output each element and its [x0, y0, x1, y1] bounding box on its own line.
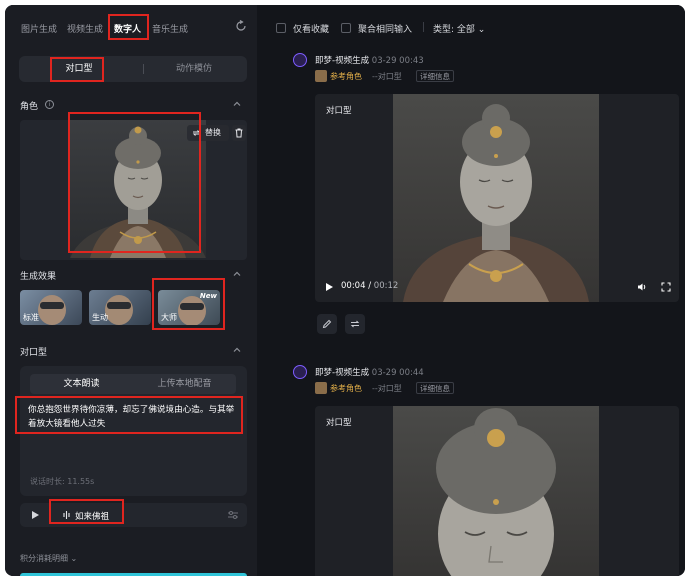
generation-type: --对口型: [372, 384, 402, 393]
results-panel: 仅看收藏 聚合相同输入 类型: 全部 ⌄ 即梦-视频生成 03-29 00:43…: [263, 5, 685, 576]
merge-label[interactable]: 聚合相同输入: [358, 22, 412, 35]
regenerate-button[interactable]: [345, 314, 365, 334]
highlight-box: [68, 112, 201, 253]
highlight-box: [50, 57, 104, 82]
edit-button[interactable]: [317, 314, 337, 334]
effect-label: 标准: [23, 313, 39, 322]
video-frame: [393, 406, 599, 576]
chevron-up-icon[interactable]: [233, 270, 241, 278]
chevron-up-icon[interactable]: [233, 346, 241, 354]
tab-text-reading[interactable]: 文本朗读: [30, 374, 133, 394]
card-title: 即梦-视频生成 03-29 00:43: [315, 56, 424, 66]
card-time: 03-29 00:44: [371, 368, 424, 378]
video-type-tag: 对口型: [326, 106, 352, 116]
video-player[interactable]: 对口型: [315, 406, 679, 576]
tab-divider: [143, 64, 144, 74]
highlight-box: [108, 14, 149, 40]
effect-section-title: 生成效果: [20, 272, 57, 282]
buddha-figure-icon: [403, 104, 589, 302]
video-controls: 00:04 / 00:12: [315, 272, 679, 302]
play-icon[interactable]: [32, 511, 39, 519]
detail-info-button[interactable]: 详细信息: [416, 70, 454, 82]
chevron-up-icon[interactable]: [233, 100, 241, 108]
sliders-icon[interactable]: [228, 510, 238, 520]
video-time: 00:04 / 00:12: [341, 281, 399, 291]
replace-label: 替换: [205, 128, 221, 137]
effect-label: 生动: [92, 313, 108, 322]
type-filter-dropdown[interactable]: 类型: 全部 ⌄: [433, 22, 485, 35]
reference-thumbnail: [315, 382, 327, 394]
reference-role-link[interactable]: 参考角色: [330, 383, 362, 394]
jimeng-avatar: [293, 365, 307, 379]
merge-checkbox[interactable]: [341, 23, 351, 33]
highlight-box: [15, 396, 243, 434]
swap-icon: [350, 320, 360, 328]
favorites-label[interactable]: 仅看收藏: [293, 22, 329, 35]
highlight-box: [152, 278, 225, 330]
jimeng-avatar: [293, 53, 307, 67]
reference-thumbnail: [315, 70, 327, 82]
video-frame: [393, 94, 599, 302]
highlight-box: [49, 499, 124, 524]
lipsync-section-title: 对口型: [20, 348, 48, 358]
app-window: 图片生成 视频生成 数字人 音乐生成 对口型 动作模仿 角色 i 替换 生成效果…: [5, 5, 685, 576]
volume-icon[interactable]: [637, 282, 647, 292]
card-title: 即梦-视频生成 03-29 00:44: [315, 368, 424, 378]
tab-video-gen[interactable]: 视频生成: [67, 22, 103, 35]
tab-upload-audio[interactable]: 上传本地配音: [133, 374, 236, 394]
pencil-icon: [322, 319, 332, 329]
tab-image-gen[interactable]: 图片生成: [21, 22, 57, 35]
speech-duration: 说话时长: 11.55s: [30, 477, 95, 486]
delete-button[interactable]: [232, 125, 246, 141]
effect-option-standard[interactable]: 标准: [20, 290, 82, 325]
tab-motion-imitation[interactable]: 动作模仿: [159, 56, 229, 82]
fullscreen-icon[interactable]: [661, 282, 671, 292]
tab-music-gen[interactable]: 音乐生成: [152, 22, 188, 35]
buddha-face-icon: [436, 408, 556, 576]
generation-type: --对口型: [372, 72, 402, 81]
left-panel: 图片生成 视频生成 数字人 音乐生成 对口型 动作模仿 角色 i 替换 生成效果…: [5, 5, 257, 576]
credits-detail-link[interactable]: 积分消耗明细 ⌄: [20, 553, 77, 564]
filter-bar: 仅看收藏 聚合相同输入 类型: 全部 ⌄: [263, 5, 685, 45]
info-icon[interactable]: i: [45, 100, 54, 109]
card-time: 03-29 00:43: [371, 56, 424, 66]
role-section-title: 角色: [20, 102, 39, 112]
effect-option-vivid[interactable]: 生动: [89, 290, 151, 325]
detail-info-button[interactable]: 详细信息: [416, 382, 454, 394]
filter-divider: [423, 22, 424, 32]
favorites-checkbox[interactable]: [276, 23, 286, 33]
play-icon[interactable]: [326, 283, 333, 291]
video-type-tag: 对口型: [326, 418, 352, 428]
reference-role-link[interactable]: 参考角色: [330, 71, 362, 82]
trash-icon: [235, 128, 243, 138]
video-player[interactable]: 对口型 00:04 / 00:12: [315, 94, 679, 302]
refresh-icon[interactable]: [235, 20, 247, 32]
script-source-tabs: 文本朗读 上传本地配音: [30, 374, 236, 394]
